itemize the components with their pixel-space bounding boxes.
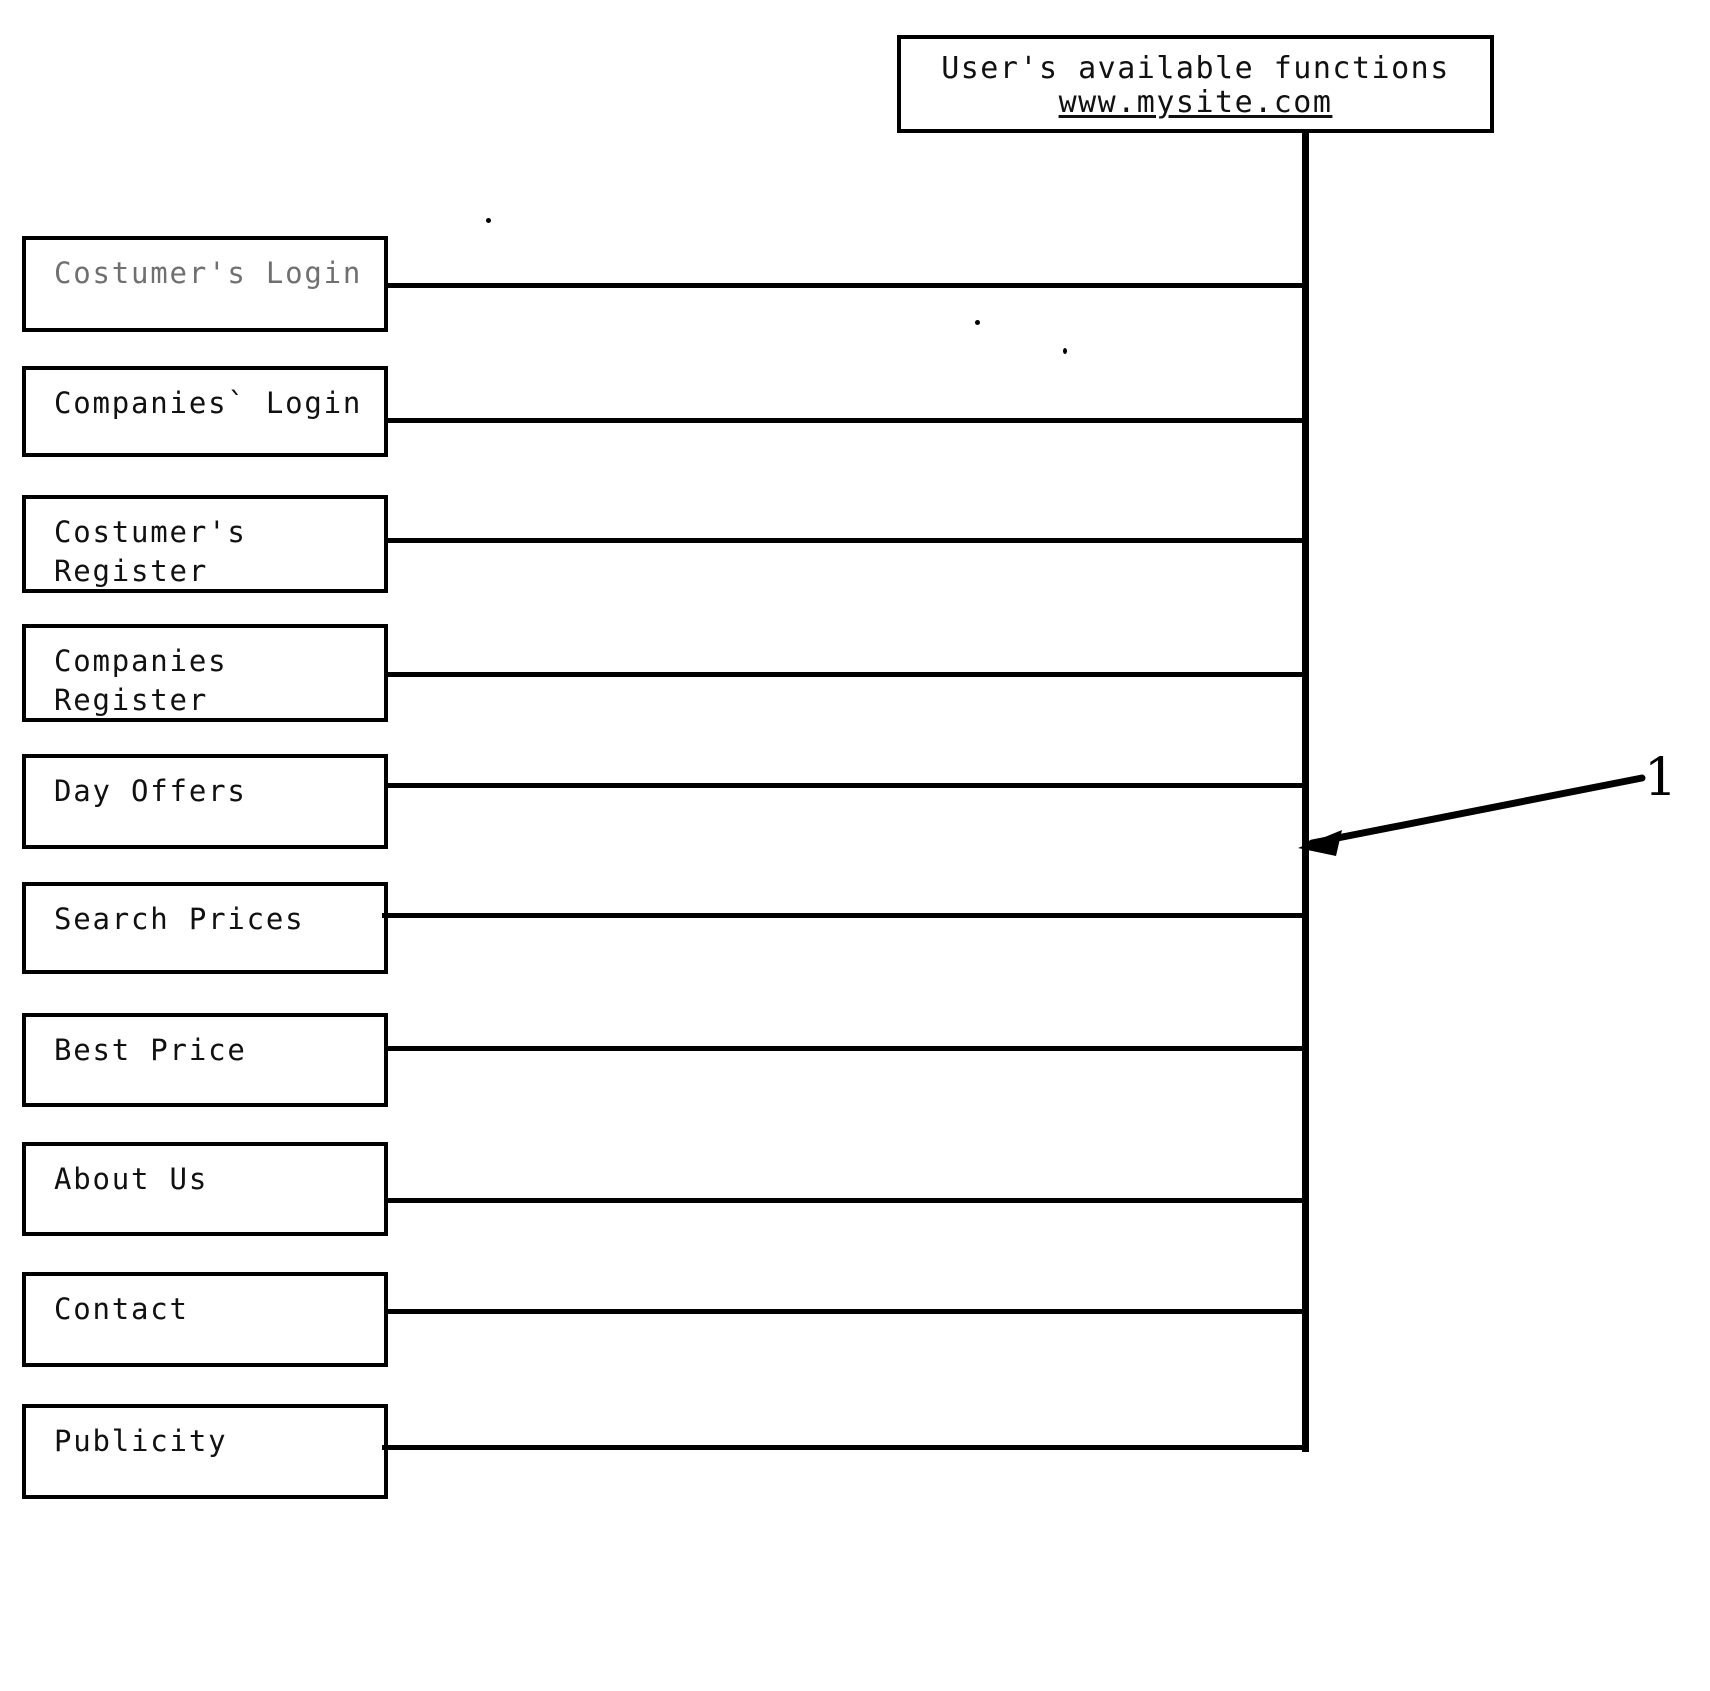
function-label: About Us [54, 1162, 209, 1196]
connector-search-prices [382, 913, 1308, 918]
connector-costumers-register [388, 538, 1308, 543]
connector-publicity [382, 1445, 1305, 1450]
function-label: Best Price [54, 1033, 247, 1067]
function-label: Contact [54, 1292, 189, 1326]
connector-day-offers [388, 783, 1308, 788]
trunk-stem [1302, 133, 1309, 285]
function-box-companies-login[interactable]: Companies` Login [22, 366, 388, 457]
connector-companies-register [388, 672, 1308, 677]
connector-costumers-login [388, 283, 1308, 288]
function-box-costumers-register[interactable]: Costumer's Register [22, 495, 388, 593]
connector-about-us [388, 1198, 1308, 1203]
connector-companies-login [388, 418, 1308, 423]
function-label: Day Offers [54, 774, 247, 808]
root-node-url: www.mysite.com [1058, 85, 1333, 120]
connector-best-price [388, 1046, 1308, 1051]
function-box-publicity[interactable]: Publicity [22, 1404, 388, 1499]
trunk-bus [1302, 280, 1309, 1452]
function-label: Search Prices [54, 902, 305, 936]
function-label: Costumer's Register [54, 515, 247, 588]
connector-contact [388, 1309, 1305, 1314]
scan-speck [486, 218, 491, 223]
function-label: Costumer's Login [54, 256, 363, 290]
function-box-about-us[interactable]: About Us [22, 1142, 388, 1236]
scan-speck [1063, 348, 1067, 354]
function-label: Companies` Login [54, 386, 363, 420]
function-box-best-price[interactable]: Best Price [22, 1013, 388, 1107]
leader-line [1308, 774, 1646, 847]
function-box-day-offers[interactable]: Day Offers [22, 754, 388, 849]
function-label: Companies Register [54, 644, 228, 717]
leader-arrow [1298, 774, 1646, 856]
function-label: Publicity [54, 1424, 228, 1458]
root-node-title: User's available functions [941, 50, 1450, 86]
function-box-search-prices[interactable]: Search Prices [22, 882, 388, 974]
scan-speck [975, 320, 980, 325]
function-box-companies-register[interactable]: Companies Register [22, 624, 388, 722]
root-node-box: User's available functions www.mysite.co… [897, 35, 1494, 133]
reference-numeral-1: 1 [1644, 748, 1678, 808]
patent-figure-canvas: User's available functions www.mysite.co… [0, 0, 1710, 1691]
function-box-costumers-login[interactable]: Costumer's Login [22, 236, 388, 332]
function-box-contact[interactable]: Contact [22, 1272, 388, 1367]
